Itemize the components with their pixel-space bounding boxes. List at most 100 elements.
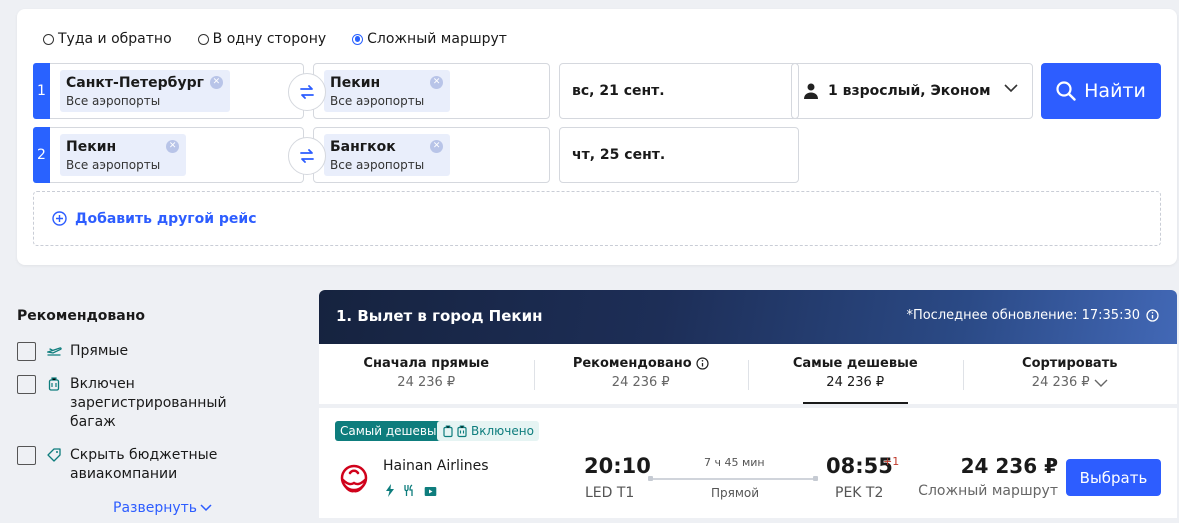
radio-oneway[interactable] bbox=[197, 33, 209, 45]
expand-label: Развернуть bbox=[113, 500, 198, 516]
amenities bbox=[385, 484, 437, 497]
tab-price: 24 236 ₽ bbox=[826, 375, 885, 390]
ticket-card[interactable]: Самый дешевый Включено Hainan Airlines 2… bbox=[319, 408, 1177, 518]
trip-type-group: Туда и обратно В одну сторону Сложный ма… bbox=[43, 31, 507, 47]
last-updated-text: *Последнее обновление: 17:35:30 bbox=[906, 308, 1140, 323]
add-leg-label: Добавить другой рейс bbox=[75, 210, 257, 227]
sort-tabs: Сначала прямые 24 236 ₽ Рекомендовано 24… bbox=[319, 344, 1177, 404]
last-updated: *Последнее обновление: 17:35:30 bbox=[906, 308, 1159, 323]
filter-baggage[interactable]: Включен зарегистрированный багаж bbox=[17, 375, 297, 432]
destination-field[interactable]: Бангкок Все аэропорты ✕ bbox=[313, 127, 550, 183]
luggage-icon bbox=[48, 377, 60, 391]
trip-type-multicity-label: Сложный маршрут bbox=[367, 31, 507, 47]
destination-field[interactable]: Пекин Все аэропорты ✕ bbox=[313, 63, 550, 119]
tab-label: Сначала прямые bbox=[363, 356, 490, 371]
select-button[interactable]: Выбрать bbox=[1066, 459, 1161, 496]
chevron-down-icon bbox=[1004, 84, 1018, 93]
leg-1: 1 Санкт-Петербург Все аэропорты ✕ Пекин … bbox=[33, 63, 799, 119]
airline-name: Hainan Airlines bbox=[383, 458, 489, 474]
origin-field[interactable]: Санкт-Петербург Все аэропорты ✕ bbox=[50, 63, 304, 119]
departure-airport: LED T1 bbox=[585, 485, 635, 501]
destination-city: Пекин bbox=[330, 75, 381, 91]
search-button[interactable]: Найти bbox=[1041, 63, 1161, 119]
filter-budget-label: Скрыть бюджетные авиакомпании bbox=[70, 447, 218, 482]
leg-number: 2 bbox=[33, 127, 50, 183]
tab-direct-first[interactable]: Сначала прямые 24 236 ₽ bbox=[319, 344, 534, 404]
tab-price: 24 236 ₽ bbox=[397, 375, 456, 390]
trip-type-multicity[interactable]: Сложный маршрут bbox=[352, 31, 507, 47]
tab-recommended[interactable]: Рекомендовано 24 236 ₽ bbox=[533, 344, 749, 404]
power-icon bbox=[386, 484, 394, 497]
plus-circle-icon bbox=[52, 211, 67, 226]
luggage-icon bbox=[443, 424, 453, 437]
tab-cheapest[interactable]: Самые дешевые 24 236 ₽ bbox=[748, 344, 963, 404]
tag-icon bbox=[47, 448, 61, 462]
next-day-indicator: +1 bbox=[883, 455, 900, 468]
origin-chip[interactable]: Санкт-Петербург Все аэропорты ✕ bbox=[60, 70, 230, 112]
search-form: Туда и обратно В одну сторону Сложный ма… bbox=[17, 9, 1177, 265]
plane-icon bbox=[46, 347, 62, 356]
swap-icon bbox=[300, 149, 314, 163]
swap-button[interactable] bbox=[288, 73, 326, 111]
meal-icon bbox=[404, 484, 413, 496]
trip-type-round-label: Туда и обратно bbox=[58, 31, 172, 47]
destination-city: Бангкок bbox=[330, 139, 396, 155]
tab-price-row: 24 236 ₽ bbox=[963, 375, 1178, 390]
trip-type-round[interactable]: Туда и обратно bbox=[43, 31, 172, 47]
passengers-value: 1 взрослый, Эконом bbox=[828, 83, 991, 99]
arrival-airport: PEK T2 bbox=[835, 485, 884, 501]
destination-chip[interactable]: Бангкок Все аэропорты ✕ bbox=[324, 134, 451, 176]
airline-logo-icon bbox=[340, 464, 368, 493]
clear-icon[interactable]: ✕ bbox=[209, 76, 223, 89]
destination-airports: Все аэропорты bbox=[330, 158, 425, 172]
departure-time: 20:10 bbox=[584, 454, 651, 478]
origin-chip[interactable]: Пекин Все аэропорты ✕ bbox=[60, 134, 187, 176]
checkbox[interactable] bbox=[17, 342, 36, 361]
filter-baggage-label: Включен зарегистрированный багаж bbox=[70, 376, 227, 430]
trip-type-oneway-label: В одну сторону bbox=[212, 31, 327, 47]
origin-city: Пекин bbox=[66, 139, 117, 155]
passengers-select[interactable]: 1 взрослый, Эконом bbox=[791, 63, 1033, 119]
origin-airports: Все аэропорты bbox=[66, 158, 161, 172]
date-field[interactable]: вс, 21 сент. bbox=[559, 63, 799, 119]
luggage-icon bbox=[457, 424, 467, 437]
cheapest-badge: Самый дешевый bbox=[335, 421, 450, 441]
search-button-label: Найти bbox=[1084, 80, 1146, 102]
tab-label: Рекомендовано bbox=[572, 356, 692, 371]
trip-type-oneway[interactable]: В одну сторону bbox=[197, 31, 327, 47]
filter-budget[interactable]: Скрыть бюджетные авиакомпании bbox=[17, 446, 297, 484]
filter-direct-label: Прямые bbox=[70, 343, 129, 359]
chevron-down-icon bbox=[1094, 379, 1108, 387]
person-icon bbox=[804, 83, 818, 99]
route-line bbox=[648, 476, 818, 481]
add-leg-button[interactable]: Добавить другой рейс bbox=[33, 191, 1161, 246]
entertainment-icon bbox=[424, 486, 437, 496]
swap-button[interactable] bbox=[288, 137, 326, 175]
search-icon bbox=[1056, 81, 1076, 101]
radio-round[interactable] bbox=[43, 33, 54, 45]
flight-duration: 7 ч 45 мин bbox=[704, 456, 765, 469]
date-field[interactable]: чт, 25 сент. bbox=[559, 127, 799, 183]
filter-direct[interactable]: Прямые bbox=[17, 342, 297, 361]
baggage-badge-label: Включено bbox=[471, 424, 534, 438]
filters-title: Рекомендовано bbox=[17, 308, 146, 324]
info-icon[interactable] bbox=[1146, 309, 1159, 322]
tab-label-row: Рекомендовано bbox=[534, 356, 749, 371]
stops-info: Прямой bbox=[711, 486, 760, 500]
origin-field[interactable]: Пекин Все аэропорты ✕ bbox=[50, 127, 304, 183]
expand-filters-link[interactable]: Развернуть bbox=[113, 500, 297, 516]
clear-icon[interactable]: ✕ bbox=[166, 140, 180, 153]
ticket-price: 24 236 ₽ bbox=[960, 454, 1058, 478]
checkbox[interactable] bbox=[17, 446, 36, 465]
clear-icon[interactable]: ✕ bbox=[430, 76, 444, 89]
info-icon[interactable] bbox=[696, 357, 709, 370]
radio-multicity[interactable] bbox=[352, 33, 364, 45]
tab-sort[interactable]: Сортировать 24 236 ₽ bbox=[962, 344, 1178, 404]
checkbox[interactable] bbox=[17, 375, 36, 394]
destination-chip[interactable]: Пекин Все аэропорты ✕ bbox=[324, 70, 451, 112]
leg-number: 1 bbox=[33, 63, 50, 119]
destination-airports: Все аэропорты bbox=[330, 94, 425, 108]
price-note: Сложный маршрут bbox=[918, 483, 1058, 499]
clear-icon[interactable]: ✕ bbox=[430, 140, 444, 153]
tab-price: 24 236 ₽ bbox=[611, 375, 670, 390]
